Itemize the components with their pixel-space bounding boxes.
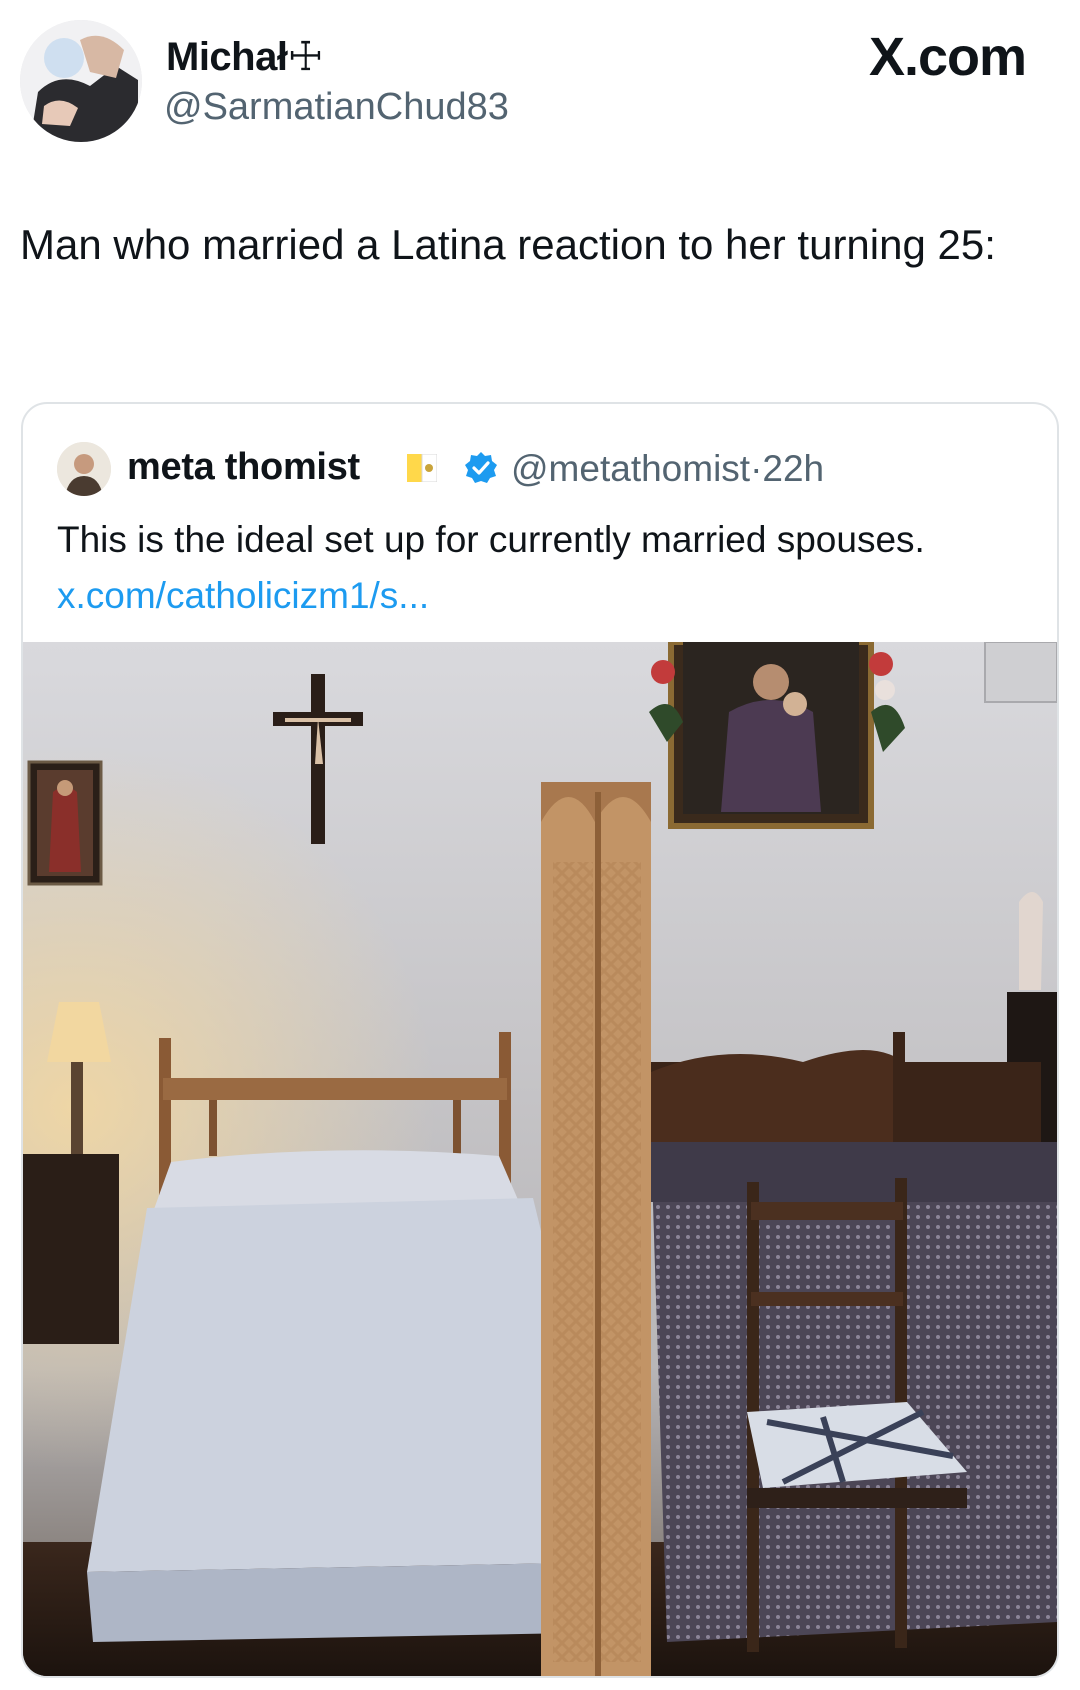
quote-body: This is the ideal set up for currently m… [57, 519, 925, 560]
vatican-flag-icon [407, 453, 438, 483]
quote-handle[interactable]: @metathomist [511, 448, 750, 489]
quoted-tweet-card[interactable]: meta thomist @metathomist·22h This is th… [21, 402, 1059, 1678]
author-avatar[interactable] [20, 20, 142, 142]
quote-link[interactable]: x.com/catholicizm1/s... [57, 575, 429, 616]
verified-badge-icon [463, 450, 499, 486]
brand-logo: X.com [868, 27, 1027, 87]
quote-author-avatar[interactable] [57, 442, 111, 496]
quote-author-name[interactable]: meta thomist [127, 446, 360, 489]
separator-dot: · [750, 448, 763, 489]
author-handle[interactable]: @SarmatianChud83 [164, 86, 509, 129]
author-name[interactable]: Michał☩ [166, 34, 323, 80]
bedroom-photo[interactable] [23, 642, 1057, 1676]
quote-text: This is the ideal set up for currently m… [57, 512, 1017, 624]
tweet-text: Man who married a Latina reaction to her… [20, 221, 996, 268]
quote-handle-time[interactable]: @metathomist·22h [511, 448, 824, 490]
quote-timestamp[interactable]: 22h [762, 448, 824, 489]
